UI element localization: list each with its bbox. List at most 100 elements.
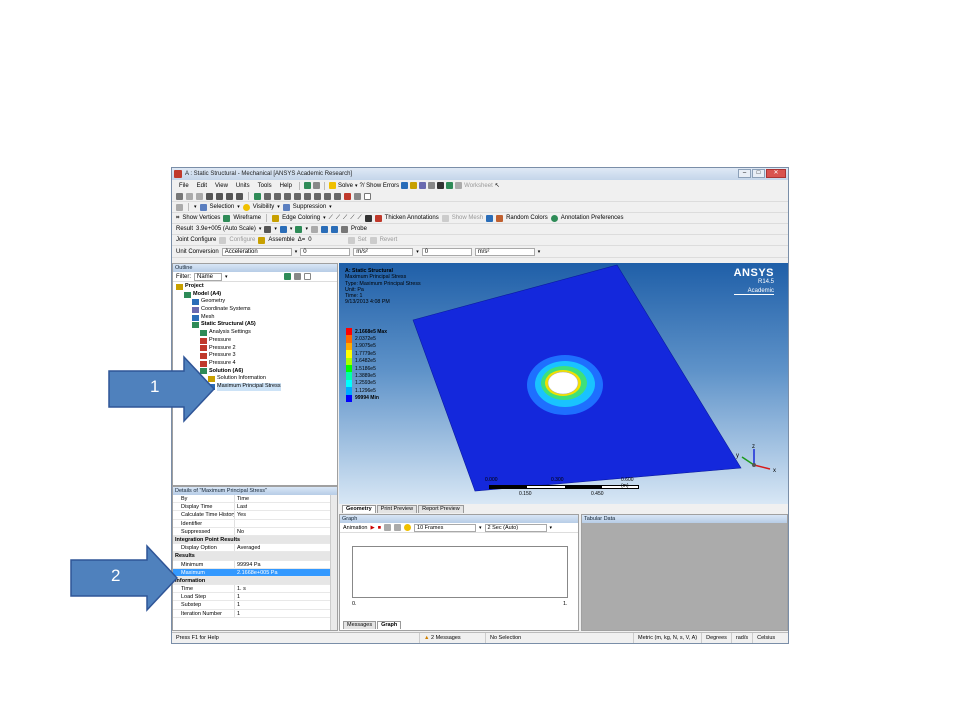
- details-group-header[interactable]: Information: [173, 576, 337, 586]
- viewports-icon[interactable]: [364, 192, 371, 200]
- wireframe-icon[interactable]: [223, 214, 231, 222]
- select-mode-icon[interactable]: [176, 192, 183, 200]
- close-button[interactable]: ✕: [766, 169, 786, 178]
- contour-icon[interactable]: [279, 225, 287, 233]
- edge-direction-icon[interactable]: [364, 214, 372, 222]
- configure-icon[interactable]: [219, 236, 227, 244]
- tree-node[interactable]: Solution Information: [176, 375, 337, 383]
- status-rate[interactable]: rad/s: [732, 633, 754, 643]
- menu-help[interactable]: Help: [277, 183, 295, 189]
- rotate-view-icon[interactable]: [264, 192, 271, 200]
- tab-messages[interactable]: Messages: [343, 621, 377, 629]
- result-scale-dropdown-icon[interactable]: ▾: [259, 226, 262, 232]
- details-row[interactable]: Load Step 1: [173, 593, 337, 602]
- axis-icon[interactable]: [486, 214, 494, 222]
- show-mesh-button[interactable]: Show Mesh: [452, 215, 483, 221]
- zoom-icon[interactable]: [284, 192, 291, 200]
- tree-node[interactable]: Pressure 3: [176, 352, 337, 360]
- details-row[interactable]: Minimum 99994 Pa: [173, 560, 337, 569]
- details-row[interactable]: Calculate Time History Yes: [173, 511, 337, 520]
- iso-view-icon[interactable]: [344, 192, 351, 200]
- tree-node[interactable]: Coordinate Systems: [176, 306, 337, 314]
- geometry-display-icon[interactable]: [264, 225, 272, 233]
- quantity-dropdown-icon[interactable]: ▾: [295, 249, 298, 255]
- details-group-header[interactable]: Integration Point Results: [173, 535, 337, 545]
- details-row[interactable]: By Time: [173, 495, 337, 504]
- annotation-prefs-icon[interactable]: [550, 214, 558, 222]
- unit1-dropdown-icon[interactable]: ▾: [416, 249, 419, 255]
- suppression-dropdown-icon[interactable]: ▾: [329, 204, 332, 210]
- stop-icon[interactable]: ■: [378, 525, 381, 531]
- tree-node[interactable]: Pressure 4: [176, 360, 337, 368]
- pan-view-icon[interactable]: [274, 192, 281, 200]
- details-row[interactable]: Substep 1: [173, 601, 337, 610]
- new-section-icon[interactable]: [312, 182, 320, 189]
- tab-report-preview[interactable]: Report Preview: [418, 505, 464, 513]
- edge-style-3-icon[interactable]: ⟋: [343, 215, 347, 222]
- value1-input[interactable]: 0: [300, 247, 351, 256]
- details-scrollbar[interactable]: [330, 495, 337, 630]
- status-units[interactable]: Metric (m, kg, N, s, V, A): [634, 633, 703, 643]
- details-row[interactable]: Time 1. s: [173, 585, 337, 594]
- face-select-icon[interactable]: [226, 192, 233, 200]
- assemble-button[interactable]: Assemble: [268, 237, 294, 243]
- frames-select[interactable]: 10 Frames: [414, 523, 477, 532]
- tree-node[interactable]: Static Structural (A5): [176, 321, 337, 329]
- cursor-icon[interactable]: ↖: [495, 182, 500, 189]
- report-icon[interactable]: [401, 182, 409, 189]
- wizard-icon[interactable]: [428, 182, 436, 189]
- next-view-icon[interactable]: [334, 192, 341, 200]
- annotation-preferences-button[interactable]: Annotation Preferences: [561, 215, 624, 221]
- body-select-icon[interactable]: [236, 192, 243, 200]
- status-temperature[interactable]: Celsius: [753, 633, 779, 643]
- print-icon[interactable]: [419, 182, 427, 189]
- vector-icon[interactable]: [310, 225, 318, 233]
- graphics-viewport[interactable]: A: Static Structural Maximum Principal St…: [339, 263, 788, 504]
- comment-icon[interactable]: [437, 182, 445, 189]
- worksheet-icon[interactable]: [455, 182, 463, 189]
- maximize-button[interactable]: □: [752, 169, 765, 178]
- unit1-select[interactable]: m/s²: [353, 247, 414, 256]
- max-icon[interactable]: [320, 225, 328, 233]
- previous-view-icon[interactable]: [324, 192, 331, 200]
- tree-node[interactable]: Mesh: [176, 314, 337, 322]
- details-row[interactable]: Maximum 2.1668e+005 Pa: [173, 568, 337, 577]
- tree-node[interactable]: Pressure 2: [176, 345, 337, 353]
- min-icon[interactable]: [330, 225, 338, 233]
- selection-button[interactable]: Selection: [210, 204, 235, 210]
- quantity-select[interactable]: Acceleration: [221, 247, 292, 256]
- select-icon[interactable]: [176, 203, 183, 211]
- edge-style-4-icon[interactable]: ⟋: [350, 215, 354, 222]
- tree-node[interactable]: Pressure: [176, 337, 337, 345]
- details-row[interactable]: Identifier: [173, 519, 337, 528]
- play-icon[interactable]: ▶: [370, 525, 374, 531]
- tree-node[interactable]: Solution (A6): [176, 368, 337, 376]
- tree-node[interactable]: Project: [176, 283, 337, 291]
- refresh-icon[interactable]: [303, 182, 311, 189]
- wireframe-button[interactable]: Wireframe: [233, 215, 261, 221]
- pan-icon[interactable]: [196, 192, 203, 200]
- unit2-dropdown-icon[interactable]: ▾: [538, 249, 541, 255]
- selection-icon[interactable]: [199, 203, 207, 211]
- filter-select[interactable]: Name: [194, 272, 222, 281]
- zoom-fit-icon[interactable]: [304, 192, 311, 200]
- distributed-frames-icon[interactable]: [384, 524, 392, 531]
- edge-style-2-icon[interactable]: ⟋: [336, 215, 340, 222]
- details-row[interactable]: Display Time Last: [173, 503, 337, 512]
- edge-style-1-icon[interactable]: ⟋: [329, 215, 333, 222]
- filter-dropdown-icon[interactable]: ▾: [225, 274, 228, 280]
- probe-icon[interactable]: [340, 225, 348, 233]
- suppression-button[interactable]: Suppression: [293, 204, 326, 210]
- details-row[interactable]: Display Option Averaged: [173, 544, 337, 553]
- status-angle[interactable]: Degrees: [702, 633, 732, 643]
- show-mesh-icon[interactable]: [441, 214, 449, 222]
- menu-units[interactable]: Units: [233, 183, 253, 189]
- tree-node[interactable]: Geometry: [176, 298, 337, 306]
- revert-icon[interactable]: [369, 236, 377, 244]
- edge-coloring-dropdown-icon[interactable]: ▾: [323, 215, 326, 221]
- details-row[interactable]: Suppressed No: [173, 527, 337, 536]
- set-icon[interactable]: [347, 236, 355, 244]
- thicken-icon[interactable]: [374, 214, 382, 222]
- tab-graph[interactable]: Graph: [377, 621, 402, 629]
- menu-view[interactable]: View: [212, 183, 231, 189]
